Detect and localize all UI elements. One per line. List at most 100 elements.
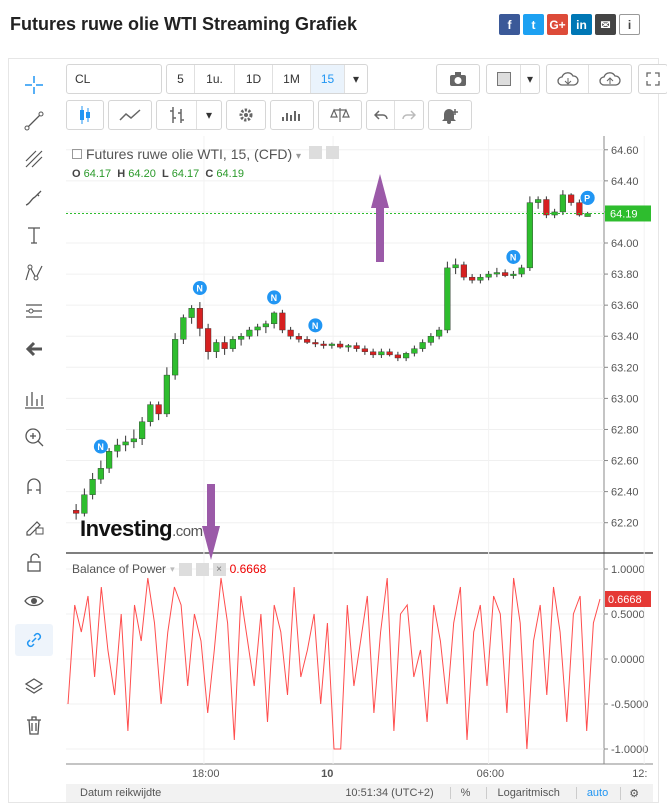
cloud-group xyxy=(546,64,632,94)
indicators-icon[interactable] xyxy=(21,386,47,412)
color-square-icon[interactable] xyxy=(487,65,521,93)
legend-dropdown-icon[interactable]: ▾ xyxy=(296,151,301,162)
time-tick-label: 12: xyxy=(632,768,647,780)
crosshair-icon[interactable] xyxy=(21,72,47,98)
lock-drawing-icon[interactable] xyxy=(21,512,47,538)
page-title: Futures ruwe olie WTI Streaming Grafiek xyxy=(10,14,358,34)
candle-body xyxy=(535,199,542,203)
candle-body xyxy=(246,329,253,337)
candle-body xyxy=(469,276,476,281)
arrow-left-icon[interactable] xyxy=(21,336,47,362)
percent-toggle[interactable]: % xyxy=(449,787,470,799)
bop-eye-icon[interactable] xyxy=(178,562,192,576)
eye-icon[interactable] xyxy=(21,588,47,614)
event-marker-label: N xyxy=(271,293,278,303)
candle-body xyxy=(229,339,236,349)
fib-icon[interactable] xyxy=(21,146,47,172)
auto-toggle[interactable]: auto xyxy=(575,787,608,799)
scale-settings-icon[interactable]: ⚙ xyxy=(620,786,639,800)
settings-gear-icon[interactable] xyxy=(226,100,266,130)
trash-icon[interactable] xyxy=(21,712,47,738)
price-tick-label: 63.80 xyxy=(611,269,639,281)
time-tick-label: 18:00 xyxy=(192,768,220,780)
facebook-icon[interactable]: f xyxy=(499,14,520,35)
interval-dropdown-icon[interactable]: ▾ xyxy=(345,65,367,93)
indicators-chart-icon[interactable] xyxy=(270,100,314,130)
chart-svg[interactable]: 64.60 64.40 64.20 64.00 63.80 63.60 63.40 63.20… xyxy=(66,136,653,784)
fullscreen-icon[interactable] xyxy=(638,64,667,94)
cloud-download-icon[interactable] xyxy=(547,65,589,93)
candle-body xyxy=(320,343,327,346)
drawing-toolbar xyxy=(9,60,59,800)
interval-1h[interactable]: 1u. xyxy=(195,65,235,93)
low-label: L xyxy=(161,168,169,180)
candle-body xyxy=(295,336,302,340)
interval-1d[interactable]: 1D xyxy=(235,65,273,93)
interval-5[interactable]: 5 xyxy=(167,65,195,93)
interval-group: 5 1u. 1D 1M 15 ▾ xyxy=(166,64,368,94)
close-value: 64.19 xyxy=(216,168,244,180)
date-range-button[interactable]: Datum reikwijdte xyxy=(80,787,161,799)
candle-body xyxy=(543,199,550,216)
chart-type-dropdown-icon[interactable]: ▾ xyxy=(197,101,221,129)
twitter-icon[interactable]: t xyxy=(523,14,544,35)
candle-body xyxy=(89,478,96,495)
legend-eye-icon[interactable] xyxy=(308,146,322,159)
pattern-icon[interactable] xyxy=(21,260,47,286)
undo-icon[interactable] xyxy=(367,101,395,129)
ohlc-bars-icon[interactable] xyxy=(157,101,197,129)
candle-body xyxy=(196,308,203,329)
prediction-icon[interactable] xyxy=(21,298,47,324)
candle-body xyxy=(238,336,245,340)
candle-body xyxy=(122,441,129,446)
unlock-icon[interactable] xyxy=(21,550,47,576)
trend-line-icon[interactable] xyxy=(21,108,47,134)
price-tick-label: 64.00 xyxy=(611,238,639,250)
line-chart-icon[interactable] xyxy=(108,100,152,130)
legend-settings-icon[interactable] xyxy=(325,146,339,159)
candle-body xyxy=(353,345,360,349)
zoom-in-icon[interactable] xyxy=(21,424,47,450)
candle-body xyxy=(213,342,220,352)
collapse-icon[interactable] xyxy=(72,149,82,159)
link-icon[interactable] xyxy=(15,624,53,656)
mail-icon[interactable]: ✉ xyxy=(595,14,616,35)
candle-body xyxy=(386,351,393,356)
investing-logo: Investing.com xyxy=(80,516,203,542)
bop-dropdown-icon[interactable]: ▾ xyxy=(170,564,175,575)
cloud-upload-icon[interactable] xyxy=(589,65,631,93)
candle-body xyxy=(485,273,492,278)
color-dropdown-icon[interactable]: ▾ xyxy=(521,65,539,93)
candle-body xyxy=(221,342,228,349)
bop-close-icon[interactable]: × xyxy=(212,562,226,576)
price-tick-label: 63.20 xyxy=(611,362,639,374)
alert-bell-icon[interactable] xyxy=(428,100,472,130)
text-icon[interactable] xyxy=(21,222,47,248)
redo-icon[interactable] xyxy=(395,101,423,129)
price-tick-label: 63.00 xyxy=(611,393,639,405)
interval-1m[interactable]: 1M xyxy=(273,65,311,93)
candle-body xyxy=(444,267,451,331)
symbol-input[interactable]: CL xyxy=(66,64,162,94)
layers-icon[interactable] xyxy=(21,674,47,700)
interval-15[interactable]: 15 xyxy=(311,65,345,93)
info-icon[interactable]: i xyxy=(619,14,640,35)
candle-body xyxy=(279,312,286,331)
bop-settings-icon[interactable] xyxy=(195,562,209,576)
compare-scale-icon[interactable] xyxy=(318,100,362,130)
bop-tick-label: -0.5000 xyxy=(611,699,648,711)
magnet-icon[interactable] xyxy=(21,474,47,500)
candles-icon[interactable] xyxy=(66,100,104,130)
log-toggle[interactable]: Logaritmisch xyxy=(486,787,560,799)
google-plus-icon[interactable]: G+ xyxy=(547,14,568,35)
brush-icon[interactable] xyxy=(21,184,47,210)
candle-body xyxy=(139,421,146,439)
candle-body xyxy=(419,342,426,349)
open-label: O xyxy=(72,168,81,180)
chart-area[interactable]: 64.60 64.40 64.20 64.00 63.80 63.60 63.40 63.20… xyxy=(66,136,653,784)
candle-body xyxy=(81,494,88,514)
candle-body xyxy=(394,354,401,359)
undo-redo-group xyxy=(366,100,424,130)
linkedin-icon[interactable]: in xyxy=(571,14,592,35)
camera-icon[interactable] xyxy=(436,64,480,94)
